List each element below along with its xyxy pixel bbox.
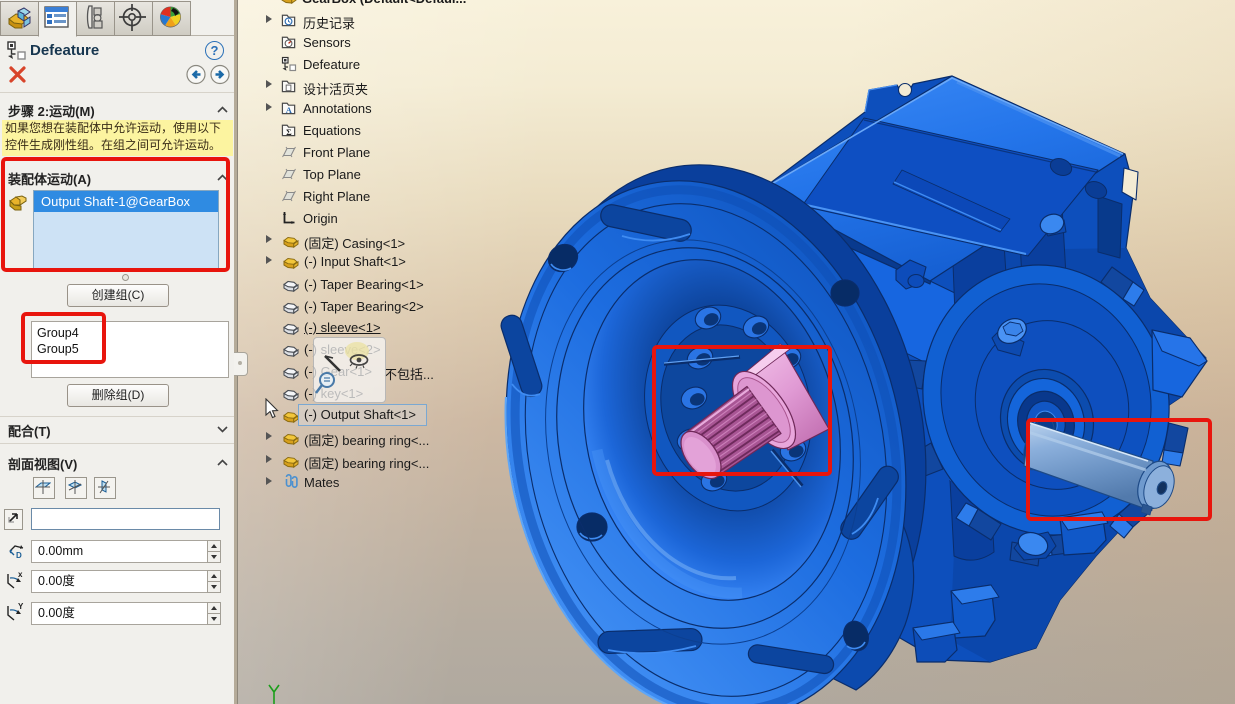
svg-text:x: x <box>18 570 23 579</box>
svg-text:D: D <box>16 551 22 560</box>
svg-text:A: A <box>286 105 293 115</box>
svg-text:Σ: Σ <box>286 127 292 137</box>
svg-text:Y: Y <box>18 602 24 611</box>
